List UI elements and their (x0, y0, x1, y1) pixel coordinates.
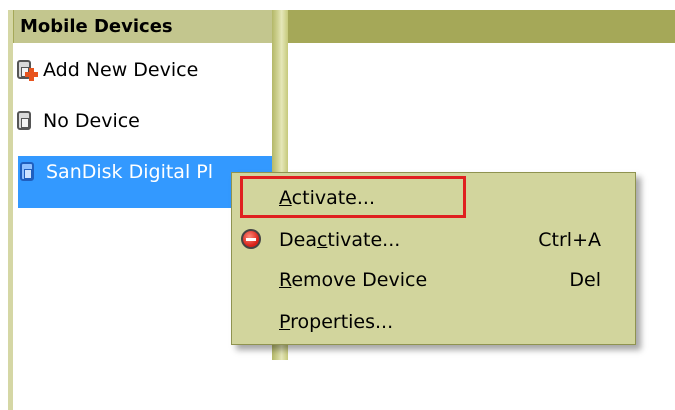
device-item-label: SanDisk Digital Pl (46, 161, 213, 183)
menu-item-label: Properties... (279, 311, 394, 333)
menu-item-label: Remove Device (279, 269, 428, 291)
device-item-label: Add New Device (43, 59, 199, 81)
menu-item-deactivate[interactable]: Deactivate... Ctrl+A (232, 220, 635, 260)
highlight-annotation (240, 176, 466, 218)
device-item-label: No Device (43, 110, 140, 132)
menu-item-shortcut: Del (569, 269, 601, 291)
add-device-icon (15, 59, 38, 81)
menu-item-remove-device[interactable]: Remove Device Del (232, 260, 635, 300)
minus-icon (241, 229, 261, 249)
device-icon (18, 161, 38, 183)
device-item-no-device[interactable]: No Device (15, 105, 272, 137)
panel-title: Mobile Devices (14, 10, 272, 43)
device-icon (15, 110, 35, 132)
menu-item-properties[interactable]: Properties... (232, 302, 635, 342)
menu-item-label: Deactivate... (279, 229, 401, 251)
menu-item-shortcut: Ctrl+A (538, 229, 601, 251)
device-item-add-new[interactable]: Add New Device (15, 54, 272, 86)
